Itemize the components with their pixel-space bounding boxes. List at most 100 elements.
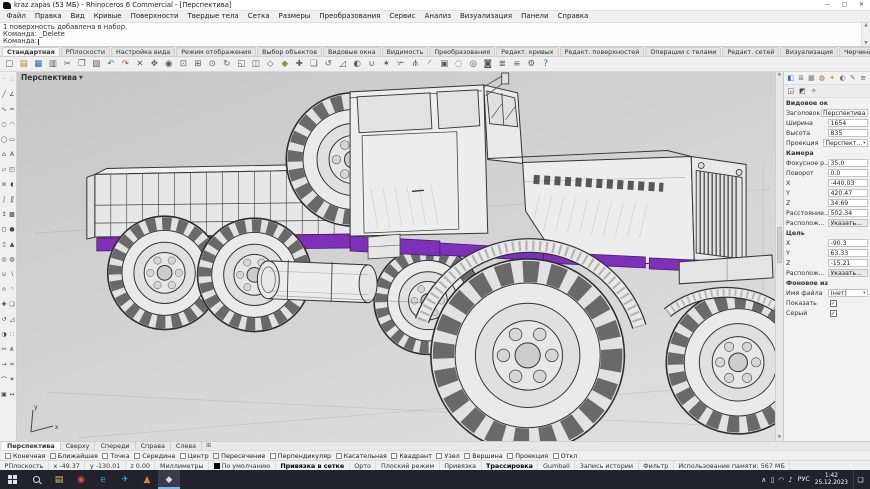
copy-icon[interactable]: ❏	[8, 297, 16, 312]
menu-surfaces[interactable]: Поверхности	[126, 11, 183, 22]
new-viewport-tab-button[interactable]: ⊞	[202, 442, 215, 450]
osnap-intersection[interactable]: Пересечение	[213, 452, 265, 460]
minimize-button[interactable]: —	[819, 0, 836, 10]
command-scrollbar[interactable]: ▲ ▼	[861, 23, 870, 46]
telegram-icon[interactable]: ✈	[114, 470, 136, 489]
display-tab[interactable]: ▦	[807, 73, 816, 83]
explode-icon[interactable]: ✶	[379, 58, 394, 71]
ortho-toggle[interactable]: Орто	[350, 461, 377, 470]
checkbox[interactable]	[336, 453, 342, 459]
print-icon[interactable]: ▥	[46, 58, 61, 71]
osnap-quadrant[interactable]: Квадрант	[391, 452, 432, 460]
dimension-icon[interactable]: ↔	[8, 387, 16, 402]
layers-icon[interactable]: ≣	[495, 58, 510, 71]
zoom-selected-icon[interactable]: ⊙	[205, 58, 220, 71]
cut-icon[interactable]: ✂	[60, 58, 75, 71]
scale-icon[interactable]: ◿	[336, 58, 351, 71]
checkbox[interactable]	[5, 453, 11, 459]
trim-icon[interactable]: ✃	[394, 58, 409, 71]
revolve-icon[interactable]: ◖	[8, 177, 16, 192]
options-icon[interactable]: ⚙	[524, 58, 539, 71]
toolbar-group-tab[interactable]: Визуализация	[780, 47, 838, 57]
checkbox[interactable]	[180, 453, 186, 459]
scrollbar-thumb[interactable]	[777, 227, 782, 263]
polyline-icon[interactable]: ∠	[8, 87, 16, 102]
menu-mesh[interactable]: Сетка	[243, 11, 274, 22]
pan-view-icon[interactable]: ✥	[147, 58, 162, 71]
rotate-icon[interactable]: ↺	[0, 312, 8, 327]
zoom-window-icon[interactable]: ⊡	[176, 58, 191, 71]
torus-icon[interactable]: ◍	[8, 252, 16, 267]
menu-dimensions[interactable]: Размеры	[274, 11, 315, 22]
line-icon[interactable]: ╱	[0, 87, 8, 102]
battery-icon[interactable]: ▯	[770, 476, 774, 484]
viewport-scrollbar[interactable]: ▲ ▼	[775, 72, 783, 441]
scale-icon[interactable]: ◿	[8, 312, 16, 327]
rotate-view-icon[interactable]: ↻	[220, 58, 235, 71]
command-prompt[interactable]: Команда:	[3, 38, 858, 45]
menu-view[interactable]: Вид	[66, 11, 89, 22]
osnap-knot[interactable]: Узел	[436, 452, 459, 460]
edge-icon[interactable]: e	[92, 470, 114, 489]
properties-tab[interactable]: ◧	[786, 73, 795, 83]
help-icon[interactable]: ?	[539, 58, 554, 71]
viewport-canvas[interactable]: x y	[17, 72, 775, 441]
mirror-icon[interactable]: ◐	[350, 58, 365, 71]
toolbar-group-tab[interactable]: Выбор объектов	[257, 47, 322, 57]
curve-icon[interactable]: ∿	[0, 102, 8, 117]
osnap-end[interactable]: Конечная	[5, 452, 45, 460]
polygon-icon[interactable]: ⌂	[0, 147, 8, 162]
osnap-vertex[interactable]: Вершина	[464, 452, 502, 460]
object-props-button[interactable]: ◩	[798, 86, 808, 96]
viewport-perspective[interactable]: x y Перспектива ▼ ▲ ▼	[17, 72, 783, 441]
scroll-up-icon[interactable]: ▲	[778, 72, 781, 78]
osnap-disable[interactable]: Откл	[553, 452, 578, 460]
language-indicator[interactable]: РУС	[798, 476, 810, 483]
toolbar-group-tab[interactable]: Стандартная	[2, 47, 60, 57]
menu-analyze[interactable]: Анализ	[420, 11, 455, 22]
start-button[interactable]	[0, 470, 24, 489]
search-button[interactable]	[24, 470, 48, 489]
action-center-button[interactable]: ❏	[853, 470, 867, 489]
group-icon[interactable]: ▣	[0, 387, 8, 402]
extrude-icon[interactable]: ↥	[0, 207, 8, 222]
grid-snap-toggle[interactable]: Привязка в сетке	[276, 461, 350, 470]
redo-icon[interactable]: ↷	[118, 58, 133, 71]
corner-surface-icon[interactable]: ◰	[8, 162, 16, 177]
box-icon[interactable]: ◻	[0, 222, 8, 237]
maximize-button[interactable]: ▢	[836, 0, 853, 10]
notes-tab[interactable]: ✎	[848, 73, 857, 83]
cylinder-icon[interactable]: ▯	[0, 237, 8, 252]
osnap-project[interactable]: Проекция	[507, 452, 548, 460]
taskbar-clock[interactable]: 1:42 25.12.2023	[815, 473, 848, 486]
units-pane[interactable]: Миллиметры	[155, 461, 209, 470]
arc-icon[interactable]: ◠	[8, 117, 16, 132]
toolbar-group-tab[interactable]: РПлоскости	[61, 47, 110, 57]
fillet-edge-icon[interactable]: ◝	[8, 282, 16, 297]
toolbar-group-tab[interactable]: Преобразования	[429, 47, 495, 57]
checkbox[interactable]	[213, 453, 219, 459]
undo-icon[interactable]: ↶	[104, 58, 119, 71]
boolean-difference-icon[interactable]: ∖	[8, 267, 16, 282]
osnap-center[interactable]: Центр	[180, 452, 209, 460]
sweep2-icon[interactable]: ∬	[8, 192, 16, 207]
menu-tools[interactable]: Сервис	[385, 11, 420, 22]
boolean-union-icon[interactable]: ∪	[0, 267, 8, 282]
object-properties-icon[interactable]: ≡	[510, 58, 525, 71]
menu-edit[interactable]: Правка	[30, 11, 66, 22]
move-icon[interactable]: ✚	[292, 58, 307, 71]
toolbar-group-tab[interactable]: Редакт. кривых	[496, 47, 558, 57]
checkbox[interactable]	[134, 453, 140, 459]
toolbar-group-tab[interactable]: Редакт. поверхностей	[560, 47, 645, 57]
file-explorer-icon[interactable]: ▤	[48, 470, 70, 489]
osnap-mid[interactable]: Середина	[134, 452, 175, 460]
copy-icon[interactable]: ❐	[75, 58, 90, 71]
volume-icon[interactable]: ♪	[788, 476, 792, 484]
scroll-down-icon[interactable]: ▼	[864, 41, 867, 46]
checkbox[interactable]	[464, 453, 470, 459]
split-icon[interactable]: ⋔	[408, 58, 423, 71]
checkbox[interactable]	[507, 453, 513, 459]
rotate-object-icon[interactable]: ↺	[321, 58, 336, 71]
planar-toggle[interactable]: Плоский режим	[376, 461, 439, 470]
menu-transform[interactable]: Преобразования	[315, 11, 385, 22]
